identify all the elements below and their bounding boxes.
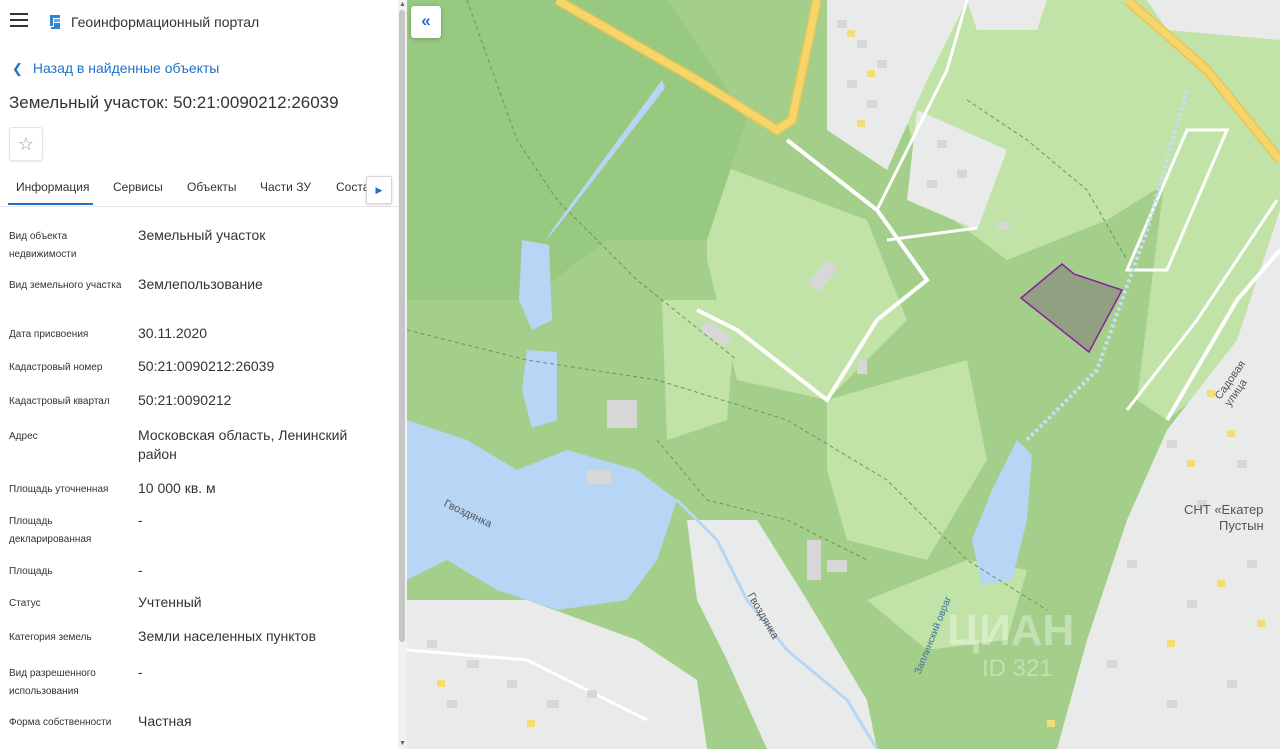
detail-value: -: [138, 512, 143, 528]
detail-value: 50:21:0090212:26039: [138, 358, 275, 374]
detail-label: Площадь: [9, 566, 53, 577]
favorite-star-icon[interactable]: ☆: [9, 127, 43, 161]
detail-label: Кадастровый номер: [9, 362, 103, 373]
detail-label: Вид земельного участка: [9, 280, 122, 291]
meadow-area: [662, 300, 737, 440]
snt-label-line2: Пустын: [1219, 518, 1264, 533]
detail-label: Адрес: [9, 431, 38, 442]
detail-value: 30.11.2020: [138, 325, 208, 341]
info-panel: Геоинформационный портал ❮ Назад в найден…: [0, 0, 398, 749]
detail-value: Земельный участок: [138, 227, 266, 243]
collapse-panel-icon[interactable]: «: [411, 6, 441, 38]
scroll-thumb[interactable]: [399, 10, 405, 642]
tab-objects[interactable]: Объекты: [187, 180, 237, 194]
snt-label-line1: СНТ «Екатер: [1184, 502, 1264, 517]
detail-label: Дата присвоения: [9, 329, 89, 340]
tabs-scroll-right-icon[interactable]: ▶: [366, 176, 392, 204]
detail-label: Форма собственности: [9, 717, 112, 728]
tabs-bar: Информация Сервисы Объекты Части ЗУ Сост…: [0, 172, 398, 207]
map-canvas[interactable]: ЦИАН ID 321: [407, 0, 1280, 749]
detail-value: Земли населенных пунктов: [138, 628, 317, 644]
detail-value: Землепользование: [138, 276, 263, 292]
detail-value: 10 000 кв. м: [138, 480, 216, 496]
detail-label: Вид объекта недвижимости: [9, 231, 77, 260]
page-title: Земельный участок: 50:21:0090212:26039: [9, 93, 339, 112]
back-link-label: Назад в найденные объекты: [32, 60, 220, 76]
tab-composition[interactable]: Соста: [336, 180, 369, 194]
tab-services[interactable]: Сервисы: [113, 180, 163, 194]
detail-value: Московская область, Ленинский район: [138, 427, 348, 462]
detail-label: Площадь декларированная: [9, 516, 92, 545]
watermark-id: ID 321: [982, 655, 1053, 682]
chevron-left-icon: ❮: [12, 61, 23, 76]
residential-area: [967, 0, 1047, 30]
scroll-down-icon[interactable]: ▼: [398, 740, 407, 748]
watermark-logo: ЦИАН: [947, 606, 1074, 655]
map-view[interactable]: ЦИАН ID 321 Гвоздянка Гвоздянка Заплинск…: [407, 0, 1280, 749]
detail-value: Учтенный: [138, 594, 202, 610]
detail-value: Частная: [138, 713, 192, 729]
tab-parcel-parts[interactable]: Части ЗУ: [260, 180, 311, 194]
back-to-results-link[interactable]: ❮ Назад в найденные объекты: [12, 60, 219, 77]
detail-value: -: [138, 664, 143, 680]
portal-title: Геоинформационный портал: [71, 14, 260, 30]
panel-scrollbar[interactable]: ▲ ▼: [398, 0, 407, 749]
header: Геоинформационный портал: [0, 0, 398, 44]
detail-value: 50:21:0090212: [138, 392, 232, 408]
detail-label: Кадастровый квартал: [9, 396, 110, 407]
detail-label: Площадь уточненная: [9, 484, 109, 495]
active-tab-indicator: [8, 203, 93, 205]
hamburger-icon[interactable]: [10, 13, 28, 27]
detail-label: Категория земель: [9, 632, 92, 643]
scroll-up-icon[interactable]: ▲: [398, 1, 407, 9]
detail-label: Вид разрешенного использования: [9, 668, 96, 697]
detail-value: -: [138, 562, 143, 578]
tab-information[interactable]: Информация: [16, 180, 89, 194]
detail-label: Статус: [9, 598, 41, 609]
layers-logo-icon: [50, 15, 60, 29]
